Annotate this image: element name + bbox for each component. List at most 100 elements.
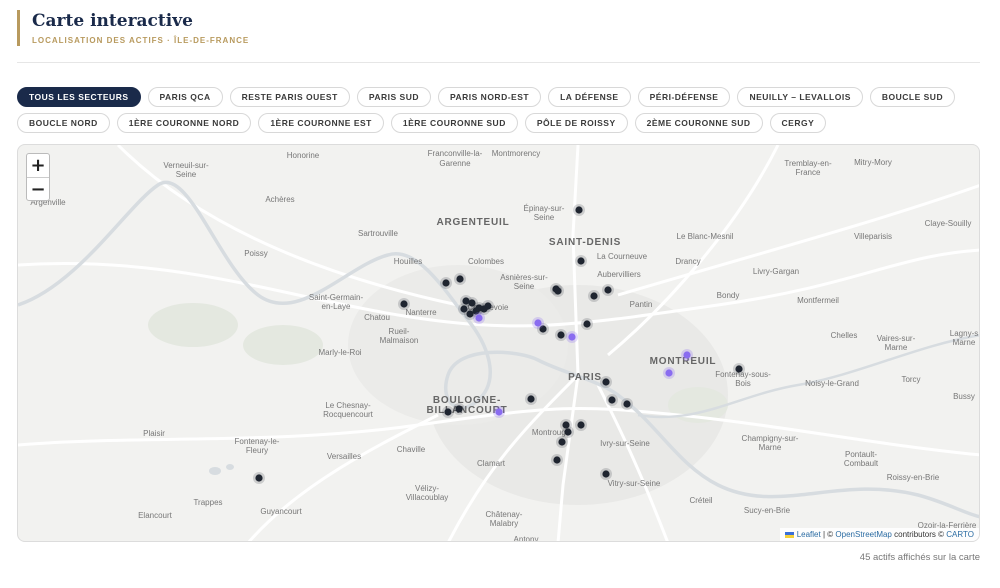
asset-marker[interactable]: [466, 310, 474, 318]
asset-marker[interactable]: [590, 292, 598, 300]
place-label: Trappes: [193, 498, 222, 507]
lake: [209, 467, 221, 475]
place-label: Seine: [534, 213, 555, 222]
asset-marker[interactable]: [577, 421, 585, 429]
place-label: Le Blanc-Mesnil: [677, 232, 734, 241]
place-label: Elancourt: [138, 511, 173, 520]
zoom-control: + −: [26, 153, 50, 201]
asset-marker[interactable]: [564, 428, 572, 436]
place-label: Garenne: [439, 159, 471, 168]
header-divider: [17, 62, 980, 63]
map-canvas[interactable]: Honorine Franconville-la-Garenne Montmoren…: [18, 145, 980, 542]
place-label: en-Laye: [322, 302, 351, 311]
asset-marker[interactable]: [623, 400, 631, 408]
filter-pill[interactable]: 1ÈRE COURONNE EST: [258, 113, 384, 133]
attribution-contributors: contributors ©: [894, 530, 945, 539]
zoom-out-button[interactable]: −: [27, 177, 49, 200]
filter-pill[interactable]: RESTE PARIS OUEST: [229, 87, 350, 107]
asset-marker[interactable]: [608, 396, 616, 404]
filter-pill[interactable]: PARIS QCA: [147, 87, 223, 107]
place-label: Épinay-sur-: [524, 204, 565, 213]
filter-pill[interactable]: BOUCLE SUD: [869, 87, 956, 107]
road: [617, 184, 979, 297]
asset-marker[interactable]: [554, 287, 562, 295]
place-label: Mitry-Mory: [854, 158, 892, 167]
place-label: Marne: [953, 338, 976, 347]
filter-pill[interactable]: LA DÉFENSE: [548, 87, 631, 107]
asset-marker[interactable]: [527, 395, 535, 403]
asset-marker[interactable]: [577, 257, 585, 265]
asset-marker[interactable]: [480, 305, 488, 313]
filter-pill[interactable]: PARIS SUD: [356, 87, 431, 107]
place-label: Plaisir: [143, 429, 165, 438]
asset-count: 45 actifs affichés sur la carte: [859, 552, 980, 563]
asset-marker[interactable]: [604, 286, 612, 294]
filter-pill[interactable]: PÉRI-DÉFENSE: [637, 87, 731, 107]
place-label: Bussy: [953, 392, 975, 401]
place-label: Malmaison: [380, 336, 419, 345]
filter-pill[interactable]: 1ÈRE COURONNE NORD: [116, 113, 252, 133]
place-label: Marly-le-Roi: [318, 348, 361, 357]
place-label: Colombes: [468, 257, 504, 266]
filter-pill[interactable]: TOUS LES SECTEURS: [17, 87, 141, 107]
asset-marker-highlight[interactable]: [475, 314, 483, 322]
place-label: Saint-Germain-: [309, 293, 364, 302]
page-subtitle: LOCALISATION DES ACTIFS · ÎLE-DE-FRANCE: [32, 36, 250, 45]
asset-marker[interactable]: [442, 279, 450, 287]
place-label: Combault: [844, 459, 879, 468]
map-attribution: Leaflet | © OpenStreetMap contributors ©…: [779, 528, 979, 541]
place-label: Franconville-la-: [428, 149, 483, 158]
place-label: Sartrouville: [358, 229, 399, 238]
carto-link[interactable]: CARTO: [946, 530, 974, 539]
filter-pill[interactable]: 1ÈRE COURONNE SUD: [390, 113, 518, 133]
filter-pill[interactable]: PÔLE DE ROISSY: [524, 113, 628, 133]
asset-marker[interactable]: [255, 474, 263, 482]
asset-marker-highlight[interactable]: [495, 408, 503, 416]
asset-marker-highlight[interactable]: [534, 319, 542, 327]
filter-pill[interactable]: BOUCLE NORD: [17, 113, 110, 133]
asset-marker[interactable]: [456, 275, 464, 283]
place-label: Claye-Souilly: [925, 219, 972, 228]
place-label: Roissy-en-Brie: [887, 473, 940, 482]
attribution-separator: | ©: [822, 530, 834, 539]
place-label: Livry-Gargan: [753, 267, 799, 276]
asset-marker[interactable]: [735, 365, 743, 373]
place-label: Ivry-sur-Seine: [600, 439, 650, 448]
filter-pill[interactable]: CERGY: [769, 113, 827, 133]
asset-marker[interactable]: [583, 320, 591, 328]
asset-marker[interactable]: [602, 378, 610, 386]
place-label: Marne: [759, 443, 782, 452]
asset-marker[interactable]: [553, 456, 561, 464]
leaflet-link[interactable]: Leaflet: [797, 530, 821, 539]
place-label: Seine: [514, 282, 535, 291]
interactive-map[interactable]: Honorine Franconville-la- Garenne Montmoren…: [17, 144, 980, 542]
filter-pill[interactable]: NEUILLY – LEVALLOIS: [737, 87, 863, 107]
lake: [226, 464, 234, 470]
filter-pill[interactable]: PARIS NORD-EST: [437, 87, 542, 107]
asset-marker[interactable]: [575, 206, 583, 214]
place-label: Fleury: [246, 446, 268, 455]
asset-marker-highlight[interactable]: [683, 351, 691, 359]
asset-marker[interactable]: [558, 438, 566, 446]
zoom-in-button[interactable]: +: [27, 154, 49, 177]
place-label: Tremblay-en-: [784, 159, 832, 168]
openstreetmap-link[interactable]: OpenStreetMap: [835, 530, 891, 539]
forest-area: [243, 325, 323, 365]
place-label: Honorine: [287, 151, 320, 160]
place-label: Pontault-: [845, 450, 877, 459]
map-basemap: [18, 145, 979, 541]
place-label: Chelles: [831, 331, 858, 340]
asset-marker-highlight[interactable]: [665, 369, 673, 377]
asset-marker[interactable]: [444, 408, 452, 416]
place-label: Vitry-sur-Seine: [608, 479, 661, 488]
asset-marker[interactable]: [602, 470, 610, 478]
place-label: Bondy: [717, 291, 740, 300]
place-label: France: [796, 168, 821, 177]
place-label: Antony: [514, 535, 539, 542]
filter-pill[interactable]: 2ÈME COURONNE SUD: [634, 113, 763, 133]
asset-marker[interactable]: [455, 405, 463, 413]
asset-marker[interactable]: [557, 331, 565, 339]
asset-marker-highlight[interactable]: [568, 333, 576, 341]
asset-marker[interactable]: [400, 300, 408, 308]
place-label: Poissy: [244, 249, 268, 258]
